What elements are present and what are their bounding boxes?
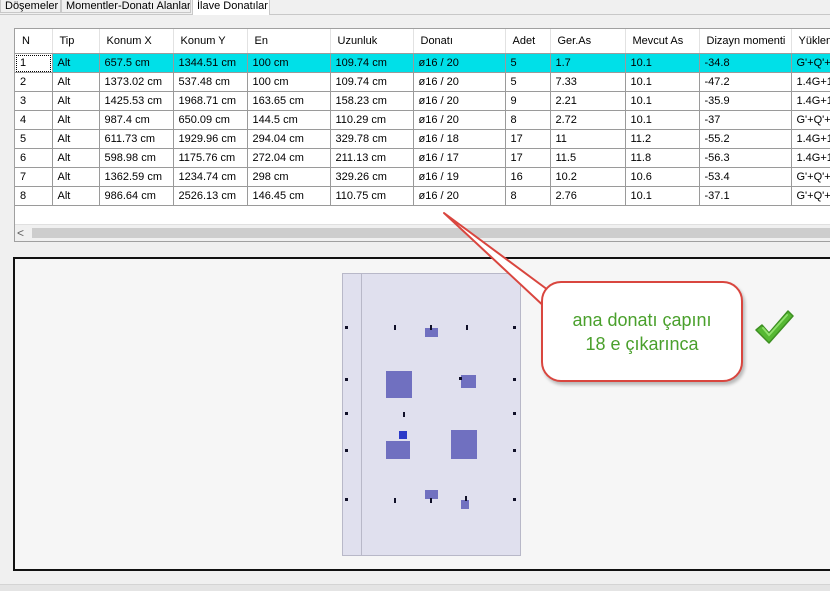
annotation-callout: ana donatı çapını 18 e çıkarınca [541,281,743,382]
check-mark-icon [755,310,794,344]
callout-line-1: ana donatı çapını [572,309,712,330]
callout-line-2: 18 e çıkarınca [585,333,699,354]
